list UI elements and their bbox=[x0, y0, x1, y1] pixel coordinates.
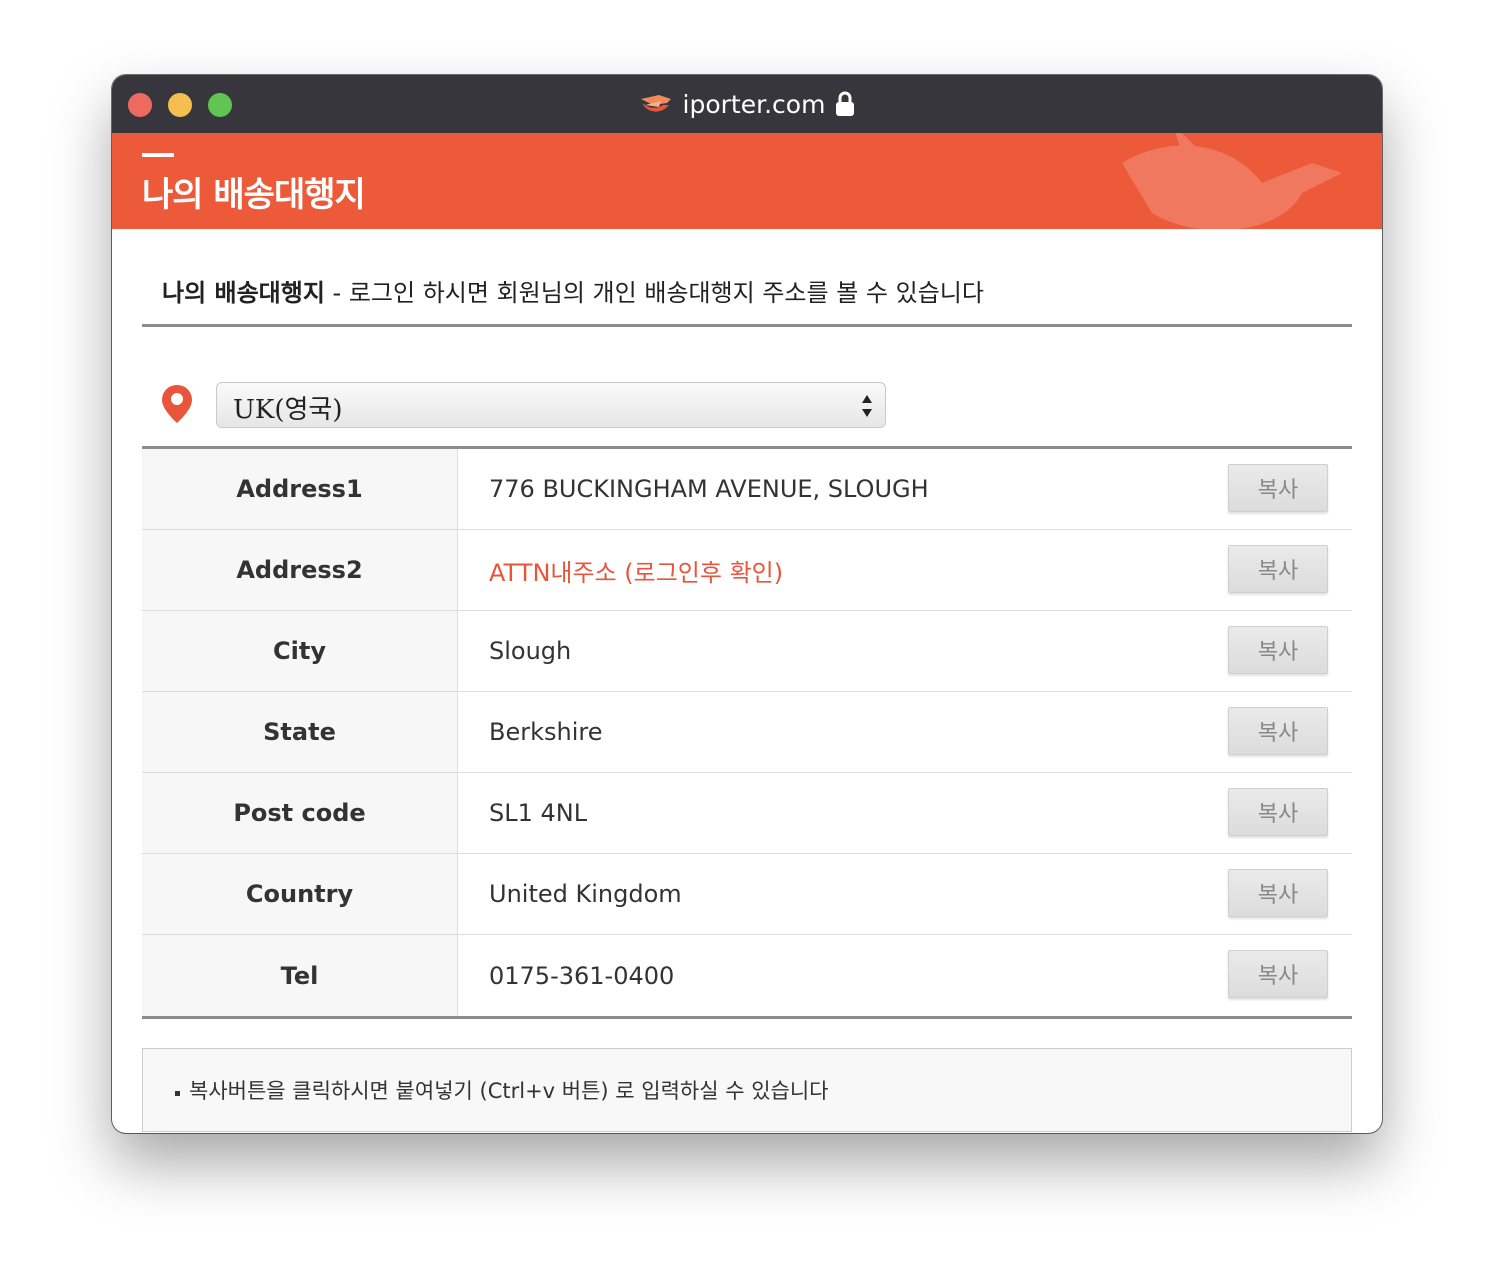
copy-button[interactable]: 복사 bbox=[1228, 626, 1328, 674]
row-value-cell: 0175-361-0400 복사 bbox=[458, 935, 1352, 1016]
row-label: State bbox=[142, 692, 458, 772]
country-select[interactable]: UK(영국) bbox=[216, 382, 886, 428]
row-value-cell: 776 BUCKINGHAM AVENUE, SLOUGH 복사 bbox=[458, 449, 1352, 529]
address-table: Address1 776 BUCKINGHAM AVENUE, SLOUGH 복사 A… bbox=[142, 446, 1352, 1019]
table-row: Address2 ATTN내주소 (로그인후 확인) 복사 bbox=[142, 530, 1352, 611]
lock-icon bbox=[836, 91, 855, 116]
row-value: 0175-361-0400 bbox=[489, 961, 675, 990]
country-selector-row: UK(영국) bbox=[142, 375, 1352, 445]
row-value-cell: United Kingdom 복사 bbox=[458, 854, 1352, 934]
page-banner: 나의 배송대행지 bbox=[112, 133, 1382, 229]
table-row: City Slough 복사 bbox=[142, 611, 1352, 692]
note-text: 복사버튼을 클릭하시면 붙여넣기 (Ctrl+v 버튼) 로 입력하실 수 있습… bbox=[189, 1079, 829, 1103]
row-value: SL1 4NL bbox=[489, 799, 588, 827]
row-value-cell: Berkshire 복사 bbox=[458, 692, 1352, 772]
table-row: State Berkshire 복사 bbox=[142, 692, 1352, 773]
banner-accent-line bbox=[142, 153, 174, 157]
title-bar: iporter.com bbox=[112, 75, 1382, 134]
table-row: Post code SL1 4NL 복사 bbox=[142, 773, 1352, 854]
bird-hand-icon bbox=[640, 95, 671, 112]
map-pin-icon bbox=[162, 385, 192, 423]
row-label: Post code bbox=[142, 773, 458, 853]
row-value: Slough bbox=[489, 637, 572, 665]
row-label: City bbox=[142, 611, 458, 691]
banner-title: 나의 배송대행지 bbox=[142, 175, 366, 215]
row-label: Address1 bbox=[142, 449, 458, 529]
row-value: 776 BUCKINGHAM AVENUE, SLOUGH bbox=[489, 475, 929, 503]
row-value: ATTN내주소 (로그인후 확인) bbox=[489, 558, 784, 587]
row-label: Country bbox=[142, 854, 458, 934]
browser-window: iporter.com 나의 배송대행지 나의 배송대행지 - 로그인 하시면 … bbox=[112, 75, 1382, 1133]
copy-button[interactable]: 복사 bbox=[1228, 707, 1328, 755]
table-row: Address1 776 BUCKINGHAM AVENUE, SLOUGH 복사 bbox=[142, 449, 1352, 530]
up-down-arrows-icon bbox=[862, 395, 872, 417]
copy-button[interactable]: 복사 bbox=[1228, 869, 1328, 917]
intro-text: 나의 배송대행지 - 로그인 하시면 회원님의 개인 배송대행지 주소를 볼 수… bbox=[162, 273, 984, 308]
note-bullet bbox=[175, 1091, 180, 1096]
intro-section: 나의 배송대행지 - 로그인 하시면 회원님의 개인 배송대행지 주소를 볼 수… bbox=[142, 257, 1352, 327]
intro-description: - 로그인 하시면 회원님의 개인 배송대행지 주소를 볼 수 있습니다 bbox=[324, 279, 984, 307]
country-select-value: UK(영국) bbox=[233, 395, 343, 425]
table-row: Tel 0175-361-0400 복사 bbox=[142, 935, 1352, 1016]
row-label: Tel bbox=[142, 935, 458, 1016]
row-value: Berkshire bbox=[489, 718, 603, 746]
title-group: iporter.com bbox=[112, 75, 1382, 133]
row-value-cell: Slough 복사 bbox=[458, 611, 1352, 691]
row-value: United Kingdom bbox=[489, 880, 682, 908]
row-value-cell: SL1 4NL 복사 bbox=[458, 773, 1352, 853]
row-value-cell: ATTN내주소 (로그인후 확인) 복사 bbox=[458, 530, 1352, 610]
copy-button[interactable]: 복사 bbox=[1228, 464, 1328, 512]
bird-watermark-icon bbox=[1122, 133, 1342, 229]
copy-button[interactable]: 복사 bbox=[1228, 788, 1328, 836]
window-title: iporter.com bbox=[682, 89, 826, 119]
note-box: 복사버튼을 클릭하시면 붙여넣기 (Ctrl+v 버튼) 로 입력하실 수 있습… bbox=[142, 1048, 1352, 1132]
table-row: Country United Kingdom 복사 bbox=[142, 854, 1352, 935]
row-label: Address2 bbox=[142, 530, 458, 610]
copy-button[interactable]: 복사 bbox=[1228, 545, 1328, 593]
intro-heading: 나의 배송대행지 bbox=[162, 279, 325, 307]
copy-button[interactable]: 복사 bbox=[1228, 950, 1328, 998]
